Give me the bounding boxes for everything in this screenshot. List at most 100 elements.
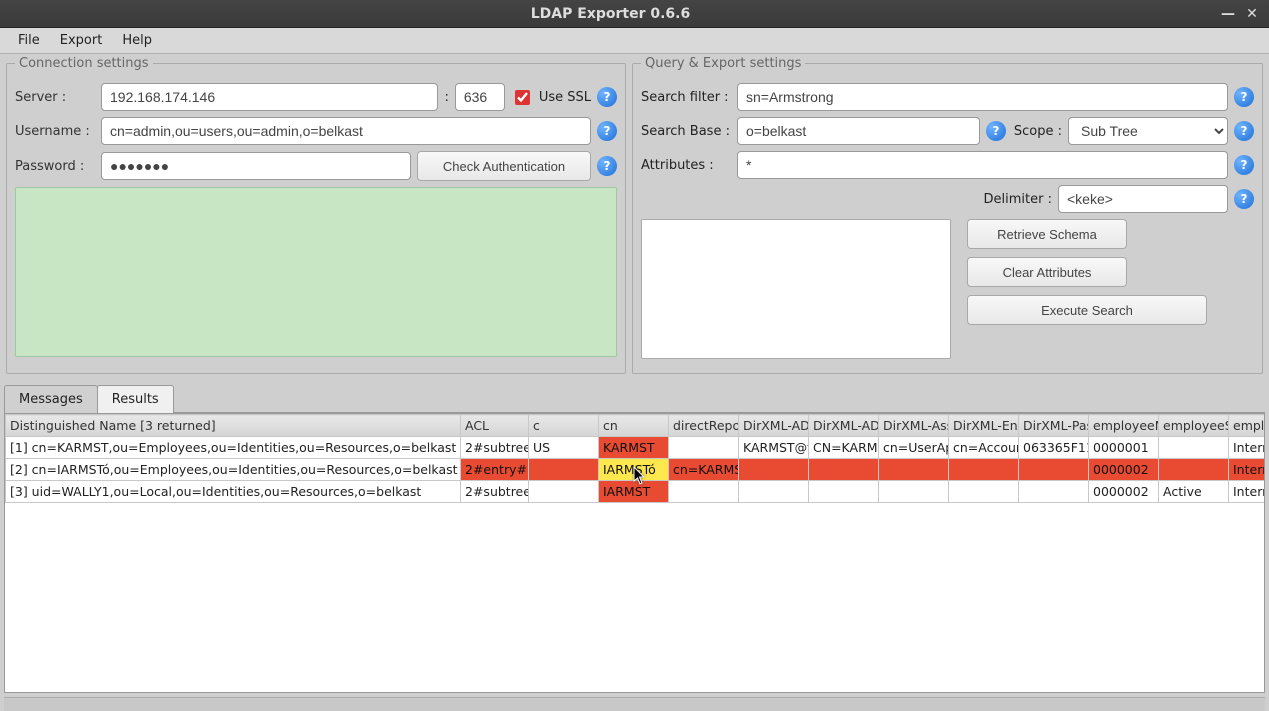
cell[interactable]: 0000002	[1089, 481, 1159, 503]
help-icon[interactable]: ?	[1234, 155, 1254, 175]
status-bar	[4, 697, 1265, 711]
cell[interactable]: KARMST@t-	[739, 437, 809, 459]
col-dirxml-pas[interactable]: DirXML-Pas	[1019, 415, 1089, 437]
use-ssl-checkbox[interactable]	[515, 90, 530, 105]
col-acl[interactable]: ACL	[461, 415, 529, 437]
cell[interactable]	[739, 459, 809, 481]
attributes-list[interactable]	[641, 219, 951, 359]
table-row[interactable]: [1] cn=KARMST,ou=Employees,ou=Identities…	[6, 437, 1266, 459]
check-authentication-button[interactable]: Check Authentication	[417, 151, 591, 181]
cell[interactable]: IARMSTó	[599, 459, 669, 481]
cell[interactable]: 0000001	[1089, 437, 1159, 459]
help-icon[interactable]: ?	[597, 121, 617, 141]
results-table[interactable]: Distinguished Name [3 returned] ACL c cn…	[5, 414, 1265, 503]
attributes-input[interactable]	[737, 151, 1228, 179]
retrieve-schema-button[interactable]: Retrieve Schema	[967, 219, 1127, 249]
help-icon[interactable]: ?	[1234, 87, 1254, 107]
results-pane: Distinguished Name [3 returned] ACL c cn…	[4, 413, 1265, 693]
cell-dn[interactable]: [3] uid=WALLY1,ou=Local,ou=Identities,ou…	[6, 481, 461, 503]
port-input[interactable]	[455, 83, 505, 111]
cell[interactable]	[739, 481, 809, 503]
help-icon[interactable]: ?	[597, 87, 617, 107]
col-dirxml-ada[interactable]: DirXML-ADA	[739, 415, 809, 437]
cell[interactable]: KARMST	[599, 437, 669, 459]
clear-attributes-button[interactable]: Clear Attributes	[967, 257, 1127, 287]
col-cn[interactable]: cn	[599, 415, 669, 437]
cell[interactable]	[879, 459, 949, 481]
username-input[interactable]	[101, 117, 591, 145]
cell[interactable]: 2#subtree#	[461, 437, 529, 459]
cell[interactable]: 063365F11	[1019, 437, 1089, 459]
execute-search-button[interactable]: Execute Search	[967, 295, 1207, 325]
server-label: Server :	[15, 90, 95, 105]
cell[interactable]: Intern	[1229, 437, 1266, 459]
scope-label: Scope :	[1012, 124, 1062, 139]
cell[interactable]: Active	[1159, 481, 1229, 503]
cell[interactable]: Intern	[1229, 459, 1266, 481]
search-filter-input[interactable]	[737, 83, 1228, 111]
help-icon[interactable]: ?	[1234, 121, 1254, 141]
cell[interactable]: cn=UserAp	[879, 437, 949, 459]
cell[interactable]	[1019, 481, 1089, 503]
menu-file[interactable]: File	[8, 30, 50, 51]
cell[interactable]	[879, 481, 949, 503]
col-employeen[interactable]: employeeN	[1089, 415, 1159, 437]
cell[interactable]	[669, 437, 739, 459]
menu-bar: File Export Help	[0, 28, 1269, 54]
minimize-button[interactable]: —	[1221, 7, 1235, 21]
attributes-label: Attributes :	[641, 158, 731, 173]
cell[interactable]: 2#entry#[F	[461, 459, 529, 481]
cell[interactable]: 2#subtree#	[461, 481, 529, 503]
server-input[interactable]	[101, 83, 438, 111]
cell[interactable]: cn=Accoun	[949, 437, 1019, 459]
col-emplo[interactable]: emplo	[1229, 415, 1266, 437]
cell-dn[interactable]: [2] cn=IARMSTó,ou=Employees,ou=Identitie…	[6, 459, 461, 481]
cell[interactable]	[669, 481, 739, 503]
connection-settings-group: Connection settings Server : : Use SSL ?…	[6, 56, 626, 374]
cell[interactable]	[1159, 459, 1229, 481]
col-employees[interactable]: employeeS	[1159, 415, 1229, 437]
cell[interactable]	[1019, 459, 1089, 481]
cell[interactable]: 0000002	[1089, 459, 1159, 481]
tab-results[interactable]: Results	[97, 385, 174, 413]
cell[interactable]	[529, 459, 599, 481]
cell[interactable]: IARMST	[599, 481, 669, 503]
cell[interactable]: CN=KARMS	[809, 437, 879, 459]
help-icon[interactable]: ?	[1234, 189, 1254, 209]
col-dirxml-enti[interactable]: DirXML-Enti	[949, 415, 1019, 437]
cell[interactable]: US	[529, 437, 599, 459]
status-area	[15, 187, 617, 357]
query-export-group: Query & Export settings Search filter : …	[632, 56, 1263, 374]
cell[interactable]: cn=KARMST	[669, 459, 739, 481]
close-button[interactable]: ✕	[1245, 7, 1259, 21]
col-directreports[interactable]: directRepor	[669, 415, 739, 437]
menu-export[interactable]: Export	[50, 30, 113, 51]
delimiter-input[interactable]	[1058, 185, 1228, 213]
search-base-input[interactable]	[737, 117, 980, 145]
cell[interactable]: Intern	[1229, 481, 1266, 503]
cell-dn[interactable]: [1] cn=KARMST,ou=Employees,ou=Identities…	[6, 437, 461, 459]
menu-help[interactable]: Help	[112, 30, 162, 51]
col-dirxml-adc[interactable]: DirXML-ADC	[809, 415, 879, 437]
search-base-label: Search Base :	[641, 124, 731, 139]
tab-messages[interactable]: Messages	[4, 385, 98, 413]
cell[interactable]	[809, 481, 879, 503]
cell[interactable]	[1159, 437, 1229, 459]
cell[interactable]	[809, 459, 879, 481]
help-icon[interactable]: ?	[986, 121, 1006, 141]
tab-bar: Messages Results	[4, 384, 1265, 413]
window-title: LDAP Exporter 0.6.6	[10, 6, 1211, 22]
col-c[interactable]: c	[529, 415, 599, 437]
cell[interactable]	[529, 481, 599, 503]
table-row[interactable]: [2] cn=IARMSTó,ou=Employees,ou=Identitie…	[6, 459, 1266, 481]
title-bar: LDAP Exporter 0.6.6 — ✕	[0, 0, 1269, 28]
col-dn[interactable]: Distinguished Name [3 returned]	[6, 415, 461, 437]
table-row[interactable]: [3] uid=WALLY1,ou=Local,ou=Identities,ou…	[6, 481, 1266, 503]
scope-select[interactable]: Sub Tree	[1068, 117, 1228, 145]
cell[interactable]	[949, 481, 1019, 503]
password-input[interactable]	[101, 152, 411, 180]
help-icon[interactable]: ?	[597, 156, 617, 176]
col-dirxml-ass[interactable]: DirXML-Ass	[879, 415, 949, 437]
cell[interactable]	[949, 459, 1019, 481]
port-separator: :	[444, 90, 448, 105]
